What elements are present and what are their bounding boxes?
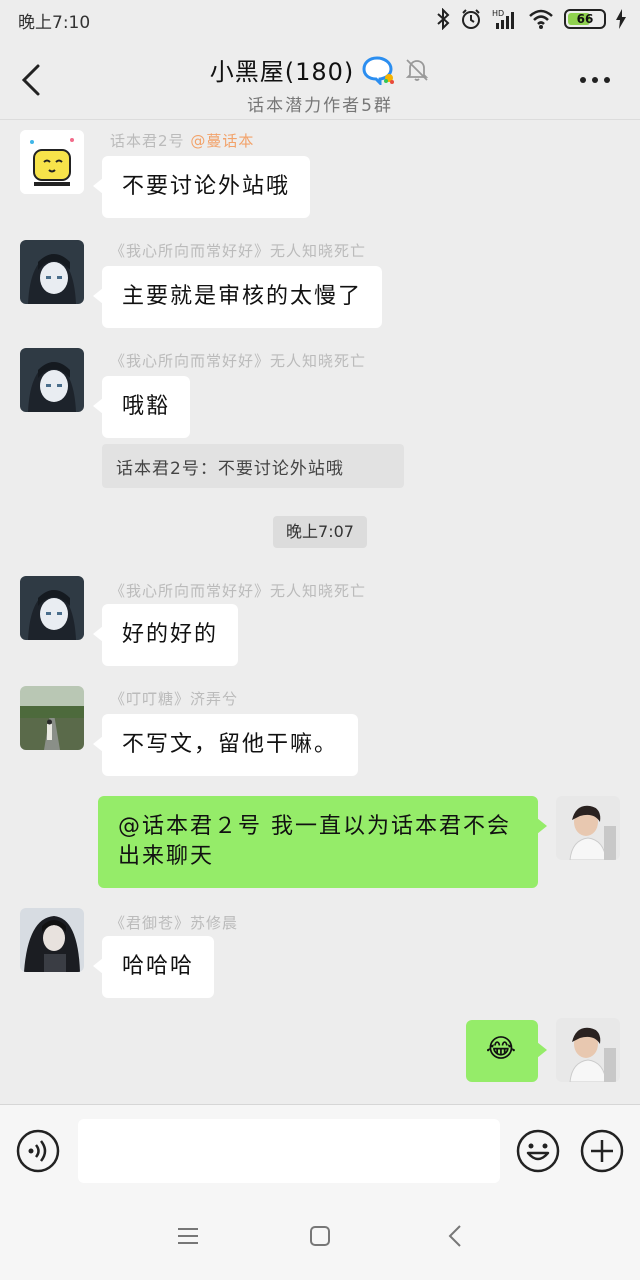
signal-icon: HD [492, 9, 514, 29]
message-bubble[interactable]: 主要就是审核的太慢了 [92, 266, 383, 328]
sender-name: 《我心所向而常好好》无人知晓死亡 [110, 242, 367, 260]
anime-girl-avatar[interactable] [20, 348, 84, 412]
sender-name: 《叮叮糖》济弄兮 [110, 690, 239, 708]
add-more-icon[interactable] [580, 1129, 624, 1173]
my-message-bubble[interactable]: @话本君２号 我一直以为话本君不会出来聊天 [98, 796, 547, 888]
message-bubble[interactable]: 好的好的 [92, 604, 239, 666]
boy-photo-avatar[interactable] [556, 796, 620, 860]
back-nav-icon[interactable] [444, 1224, 468, 1248]
sender-name: 《我心所向而常好好》无人知晓死亡 [110, 582, 367, 600]
message-input[interactable] [78, 1119, 500, 1183]
alarm-icon [462, 9, 480, 29]
message-bubble[interactable]: 哈哈哈 [92, 936, 215, 998]
quoted-message[interactable]: 话本君2号：不要讨论外站哦 [102, 444, 404, 488]
timestamp: 晚上7:07 [273, 516, 367, 548]
battery-level: 66 [576, 12, 594, 26]
emoji-picker-icon[interactable] [516, 1129, 560, 1173]
my-emoji-bubble[interactable]: 😂 [466, 1020, 547, 1082]
dark-hair-anime-avatar[interactable] [20, 908, 84, 972]
qq-group-icon [362, 55, 395, 85]
wifi-icon [529, 9, 553, 29]
sender-mention: @蔓话本 [190, 132, 255, 150]
sender-name: 话本君2号 @蔓话本 [110, 130, 254, 151]
status-icons: HD 66 [436, 8, 626, 30]
message-bubble[interactable]: 不要讨论外站哦 [92, 156, 311, 218]
sender-name: 《君御苍》苏修晨 [110, 914, 239, 932]
mute-bell-icon [406, 58, 429, 81]
anime-girl-avatar[interactable] [20, 576, 84, 640]
status-bar: 晚上7:10 HD 66 [0, 0, 640, 40]
menu-icon[interactable] [176, 1224, 200, 1248]
input-bar [0, 1104, 640, 1196]
charging-icon [616, 9, 626, 29]
bluetooth-icon [437, 8, 450, 30]
boy-photo-avatar[interactable] [556, 1018, 620, 1082]
status-time: 晚上7:10 [18, 13, 91, 33]
title-area: 小黑屋(180) 话本潜力作者5群 [0, 52, 640, 116]
voice-input-icon[interactable] [16, 1129, 60, 1173]
cartoon-face-avatar[interactable] [20, 130, 84, 194]
home-icon[interactable] [308, 1224, 332, 1248]
svg-text:HD: HD [492, 9, 504, 18]
system-nav-bar [0, 1196, 640, 1280]
message-bubble[interactable]: 哦豁 [92, 376, 191, 438]
sender-label: 话本君2号 [110, 132, 185, 150]
battery-icon: 66 [564, 9, 606, 29]
road-photo-avatar[interactable] [20, 686, 84, 750]
chat-title[interactable]: 小黑屋(180) [210, 52, 355, 87]
message-bubble[interactable]: 不写文，留他干嘛。 [92, 714, 359, 776]
chat-subtitle: 话本潜力作者5群 [247, 96, 393, 116]
chat-header: 小黑屋(180) 话本潜力作者5群 [0, 40, 640, 120]
more-options-icon[interactable] [578, 70, 612, 90]
sender-name: 《我心所向而常好好》无人知晓死亡 [110, 352, 367, 370]
laughing-emoji-icon: 😂 [485, 1034, 519, 1064]
anime-girl-avatar[interactable] [20, 240, 84, 304]
